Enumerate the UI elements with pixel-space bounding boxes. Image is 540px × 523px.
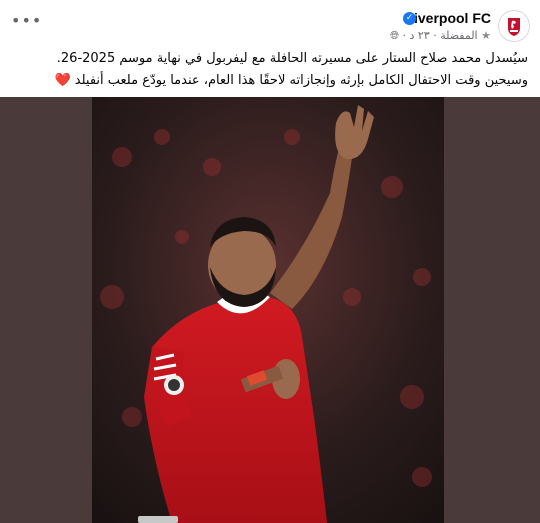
star-icon: ★ bbox=[481, 29, 491, 42]
horizontal-scrollbar[interactable] bbox=[138, 516, 178, 523]
caption-line-1: سيُسدل محمد صلاح الستار على مسيرته الحاف… bbox=[56, 51, 528, 66]
meta-separator: · bbox=[433, 29, 437, 42]
globe-icon: 🌐︎ bbox=[390, 29, 399, 42]
page-avatar[interactable] bbox=[498, 10, 530, 42]
caption-line-2: وسيحين وقت الاحتفال الكامل بإرثه وإنجازا… bbox=[8, 70, 528, 92]
page-name-link[interactable]: Liverpool FC bbox=[405, 10, 491, 26]
post-time[interactable]: ٢٣ د bbox=[409, 29, 429, 42]
post-meta: ★ المفضلة · ٢٣ د · 🌐︎ bbox=[390, 29, 491, 43]
heart-emoji-icon: ❤️ bbox=[54, 73, 71, 88]
liverpool-crest-icon bbox=[508, 18, 520, 36]
more-options-icon[interactable]: ••• bbox=[11, 11, 42, 30]
post-header: Liverpool FC ✓ ★ المفضلة · ٢٣ د · 🌐︎ ••• bbox=[0, 0, 540, 46]
verified-badge-icon: ✓ bbox=[403, 12, 416, 25]
post-media[interactable] bbox=[0, 97, 540, 523]
facebook-post: Liverpool FC ✓ ★ المفضلة · ٢٣ د · 🌐︎ •••… bbox=[0, 0, 540, 523]
meta-separator-2: · bbox=[402, 29, 406, 42]
player-photo bbox=[92, 97, 444, 523]
post-caption: سيُسدل محمد صلاح الستار على مسيرته الحاف… bbox=[8, 48, 528, 92]
post-photo[interactable] bbox=[92, 97, 444, 523]
favorite-label[interactable]: المفضلة bbox=[440, 29, 477, 42]
caption-line-2-text: وسيحين وقت الاحتفال الكامل بإرثه وإنجازا… bbox=[74, 73, 528, 88]
